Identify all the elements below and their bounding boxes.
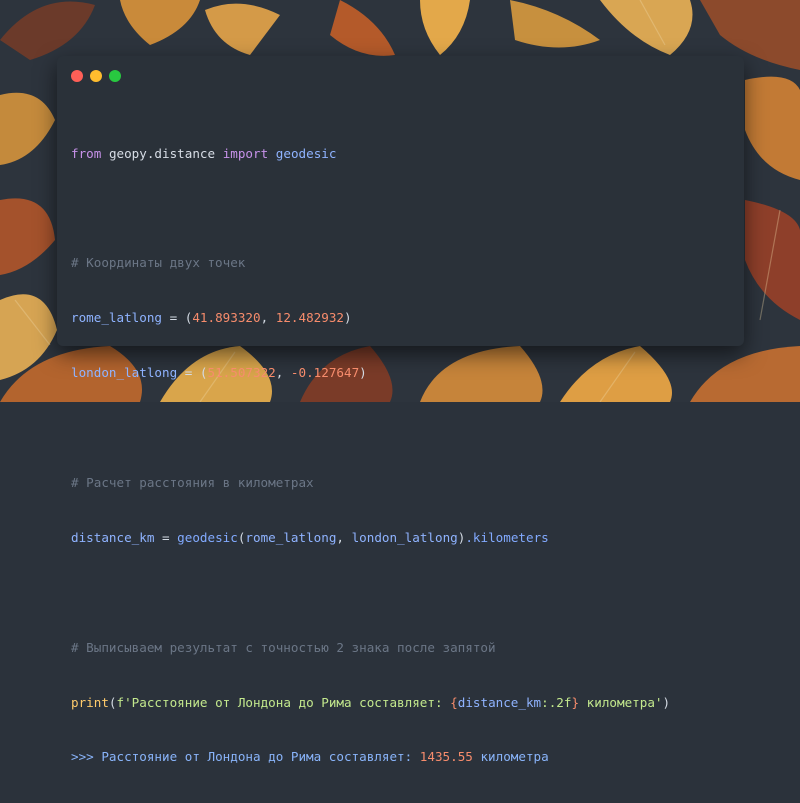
code-comment-calc: # Расчет расстояния в километрах [71,474,314,490]
code-line-import: from geopy.distance import geodesic [71,145,337,161]
code-line-distance: distance_km = geodesic(rome_latlong, lon… [71,529,549,545]
code-window: from geopy.distance import geodesic # Ко… [57,56,744,764]
code-block: from geopy.distance import geodesic # Ко… [71,108,670,803]
maximize-window-button[interactable] [109,70,121,82]
code-line-london: london_latlong = (51.507322, -0.127647) [71,365,367,381]
code-output-line: >>> Расстояние от Лондона до Рима состав… [71,749,549,765]
close-window-button[interactable] [71,70,83,82]
code-line-rome: rome_latlong = (41.893320, 12.482932) [71,310,352,326]
minimize-window-button[interactable] [90,70,102,82]
code-comment-coords: # Координаты двух точек [71,255,246,271]
code-comment-print: # Выписываем результат с точностью 2 зна… [71,639,496,655]
code-line-print: print(f'Расстояние от Лондона до Рима со… [71,694,671,710]
